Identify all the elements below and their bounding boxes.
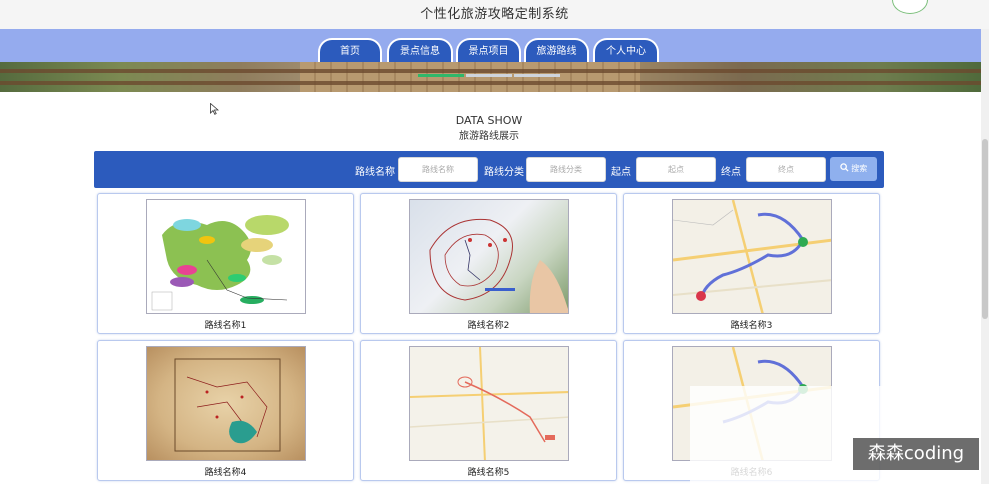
main-nav: 首页 景点信息 景点项目 旅游路线 个人中心 bbox=[0, 29, 981, 62]
route-card[interactable]: 路线名称3 bbox=[623, 193, 880, 334]
route-image[interactable] bbox=[409, 199, 569, 314]
route-name-input[interactable] bbox=[398, 157, 478, 182]
route-image[interactable] bbox=[146, 199, 306, 314]
route-card-title[interactable]: 路线名称5 bbox=[361, 465, 616, 478]
end-point-input[interactable] bbox=[746, 157, 826, 182]
slider-dot-1[interactable] bbox=[418, 74, 464, 77]
route-name-label: 路线名称 bbox=[355, 167, 395, 178]
nav-item-scenic-info[interactable]: 景点信息 bbox=[387, 38, 453, 62]
nav-item-home[interactable]: 首页 bbox=[318, 38, 382, 62]
route-card[interactable]: 路线名称2 bbox=[360, 193, 617, 334]
nav-item-travel-routes[interactable]: 旅游路线 bbox=[524, 38, 589, 62]
slider-dot-2[interactable] bbox=[466, 74, 512, 77]
route-card[interactable]: 路线名称1 bbox=[97, 193, 354, 334]
start-point-label: 起点 bbox=[611, 167, 631, 178]
route-image[interactable] bbox=[409, 346, 569, 461]
route-card-title[interactable]: 路线名称4 bbox=[98, 465, 353, 478]
end-point-label: 终点 bbox=[721, 167, 741, 178]
site-title: 个性化旅游攻略定制系统 bbox=[420, 7, 569, 22]
route-card-title[interactable]: 路线名称1 bbox=[98, 318, 353, 331]
search-icon bbox=[839, 163, 849, 172]
nav-item-personal-center[interactable]: 个人中心 bbox=[593, 38, 659, 62]
route-card[interactable]: 路线名称5 bbox=[360, 340, 617, 481]
route-image[interactable] bbox=[146, 346, 306, 461]
site-header: 个性化旅游攻略定制系统 bbox=[0, 0, 989, 30]
route-category-label: 路线分类 bbox=[484, 167, 524, 178]
watermark: 森森coding bbox=[853, 438, 979, 470]
search-button[interactable]: 搜索 bbox=[830, 157, 877, 181]
route-card[interactable]: 路线名称4 bbox=[97, 340, 354, 481]
route-card-title[interactable]: 路线名称3 bbox=[624, 318, 879, 331]
slider-dot-3[interactable] bbox=[514, 74, 560, 77]
route-category-input[interactable] bbox=[526, 157, 606, 182]
search-bar: 路线名称 路线分类 起点 终点 搜索 bbox=[94, 151, 884, 188]
page-scrollbar[interactable] bbox=[981, 29, 989, 484]
route-image[interactable] bbox=[672, 199, 832, 314]
section-title-zh: 旅游路线展示 bbox=[459, 131, 519, 142]
route-card-title[interactable]: 路线名称2 bbox=[361, 318, 616, 331]
section-title-en: DATA SHOW bbox=[455, 114, 523, 127]
search-button-label: 搜索 bbox=[851, 164, 868, 173]
nav-item-scenic-projects[interactable]: 景点项目 bbox=[456, 38, 521, 62]
start-point-input[interactable] bbox=[636, 157, 716, 182]
